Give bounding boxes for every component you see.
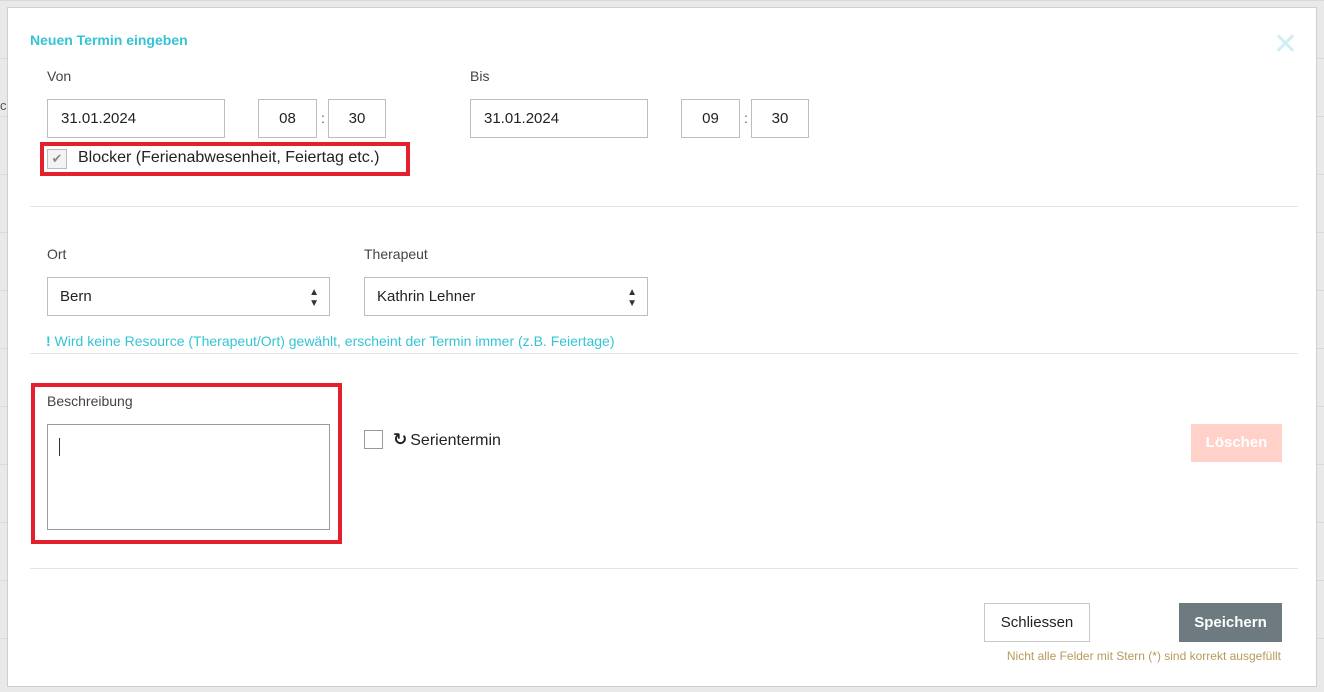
refresh-icon: ↻ xyxy=(393,430,408,449)
divider xyxy=(30,353,1298,354)
therapeut-select[interactable]: Kathrin Lehner ▲ ▼ xyxy=(364,277,648,316)
serientermin-checkbox[interactable] xyxy=(364,430,383,449)
ort-select-caret-icon: ▲ ▼ xyxy=(309,287,319,309)
validation-note: Nicht alle Felder mit Stern (*) sind kor… xyxy=(1006,649,1281,663)
bis-date-input[interactable]: 31.01.2024 xyxy=(470,99,648,138)
therapeut-select-caret-icon: ▲ ▼ xyxy=(627,287,637,309)
ort-select-value: Bern xyxy=(60,288,92,305)
divider xyxy=(30,206,1298,207)
ort-label: Ort xyxy=(47,246,67,262)
serientermin-label[interactable]: ↻ Serientermin xyxy=(393,430,501,450)
divider xyxy=(30,568,1298,569)
von-label: Von xyxy=(47,68,72,84)
close-icon[interactable]: ✕ xyxy=(1273,30,1298,60)
text-cursor xyxy=(59,438,60,456)
bis-hour-input[interactable]: 09 xyxy=(681,99,740,138)
bis-minute-input[interactable]: 30 xyxy=(751,99,809,138)
hint-text: Wird keine Resource (Therapeut/Ort) gewä… xyxy=(50,333,615,349)
ort-select[interactable]: Bern ▲ ▼ xyxy=(47,277,330,316)
delete-button[interactable]: Löschen xyxy=(1191,424,1282,462)
von-hour-input[interactable]: 08 xyxy=(258,99,317,138)
beschreibung-label: Beschreibung xyxy=(47,393,133,409)
beschreibung-textarea[interactable] xyxy=(47,424,330,530)
appointment-modal: Neuen Termin eingeben ✕ Von 31.01.2024 0… xyxy=(7,7,1317,687)
serientermin-text: Serientermin xyxy=(410,432,501,449)
close-button[interactable]: Schliessen xyxy=(984,603,1090,642)
blocker-label[interactable]: Blocker (Ferienabwesenheit, Feiertag etc… xyxy=(78,149,379,167)
bis-label: Bis xyxy=(470,68,490,84)
von-date-input[interactable]: 31.01.2024 xyxy=(47,99,225,138)
therapeut-select-value: Kathrin Lehner xyxy=(377,288,476,305)
von-time-separator: : xyxy=(321,110,325,126)
modal-title: Neuen Termin eingeben xyxy=(30,32,188,48)
bis-time-separator: : xyxy=(744,110,748,126)
save-button[interactable]: Speichern xyxy=(1179,603,1282,642)
resource-hint: ! Wird keine Resource (Therapeut/Ort) ge… xyxy=(46,333,615,349)
blocker-checkbox[interactable]: ✔ xyxy=(47,149,67,169)
von-minute-input[interactable]: 30 xyxy=(328,99,386,138)
background-text-fragment: c xyxy=(0,98,7,113)
therapeut-label: Therapeut xyxy=(364,246,428,262)
